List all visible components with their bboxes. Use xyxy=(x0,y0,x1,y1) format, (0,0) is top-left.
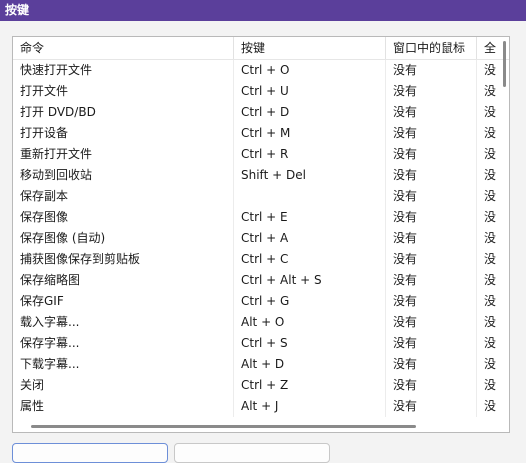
table-row[interactable]: 打开文件 Ctrl + U 没有没 xyxy=(13,81,509,102)
cell-fullscreen: 没 xyxy=(484,273,497,287)
cell-hotkey xyxy=(234,186,386,207)
cell-hotkey: Ctrl + S xyxy=(234,333,386,354)
cell-command: 关闭 xyxy=(13,375,234,396)
cell-hotkey: Ctrl + E xyxy=(234,207,386,228)
cell-hotkey: Ctrl + C xyxy=(234,249,386,270)
table-row[interactable]: 打开 DVD/BD Ctrl + D 没有没 xyxy=(13,102,509,123)
cell-fullscreen: 没 xyxy=(484,147,497,161)
table-row[interactable]: 载入字幕... Alt + O 没有没 xyxy=(13,312,509,333)
table-row[interactable]: 保存字幕... Ctrl + S 没有没 xyxy=(13,333,509,354)
cell-hotkey: Ctrl + Z xyxy=(234,375,386,396)
cell-fullscreen: 没 xyxy=(484,378,497,392)
column-header-fullscreen[interactable]: 全 xyxy=(477,37,499,59)
cell-fullscreen: 没 xyxy=(484,168,497,182)
cell-hotkey: Ctrl + O xyxy=(234,60,386,81)
cell-mouse-window: 没有 xyxy=(386,291,477,312)
cell-mouse-window: 没有 xyxy=(386,228,477,249)
cell-hotkey: Ctrl + D xyxy=(234,102,386,123)
cell-command: 保存字幕... xyxy=(13,333,234,354)
horizontal-scrollbar[interactable] xyxy=(31,425,416,428)
cell-mouse-window: 没有 xyxy=(386,186,477,207)
cell-fullscreen: 没 xyxy=(484,126,497,140)
cell-mouse-window: 没有 xyxy=(386,81,477,102)
cell-command: 打开设备 xyxy=(13,123,234,144)
cell-mouse-window: 没有 xyxy=(386,165,477,186)
cell-hotkey: Alt + J xyxy=(234,396,386,417)
cell-mouse-window: 没有 xyxy=(386,354,477,375)
table-row[interactable]: 捕获图像保存到剪贴板 Ctrl + C 没有没 xyxy=(13,249,509,270)
column-header-mouse-window[interactable]: 窗口中的鼠标 xyxy=(386,37,477,59)
cell-fullscreen: 没 xyxy=(484,315,497,329)
table-row[interactable]: 关闭 Ctrl + Z 没有没 xyxy=(13,375,509,396)
cell-command: 捕获图像保存到剪贴板 xyxy=(13,249,234,270)
cell-command: 保存图像 (自动) xyxy=(13,228,234,249)
cell-fullscreen: 没 xyxy=(484,231,497,245)
bottom-button-secondary[interactable] xyxy=(174,443,330,463)
cell-fullscreen: 没 xyxy=(484,294,497,308)
cell-fullscreen: 没 xyxy=(484,399,497,413)
hotkey-list[interactable]: 命令 按键 窗口中的鼠标 全 快速打开文件 Ctrl + O 没有没打开文件 Ctrl… xyxy=(12,36,510,433)
cell-mouse-window: 没有 xyxy=(386,396,477,417)
table-row[interactable]: 快速打开文件 Ctrl + O 没有没 xyxy=(13,60,509,81)
table-row[interactable]: 重新打开文件 Ctrl + R 没有没 xyxy=(13,144,509,165)
list-rows: 快速打开文件 Ctrl + O 没有没打开文件 Ctrl + U 没有没打开 DVD/B… xyxy=(13,60,509,417)
cell-mouse-window: 没有 xyxy=(386,375,477,396)
cell-mouse-window: 没有 xyxy=(386,123,477,144)
list-header: 命令 按键 窗口中的鼠标 全 xyxy=(13,37,509,60)
cell-hotkey: Ctrl + A xyxy=(234,228,386,249)
cell-fullscreen: 没 xyxy=(484,63,497,77)
cell-hotkey: Alt + O xyxy=(234,312,386,333)
cell-hotkey: Alt + D xyxy=(234,354,386,375)
cell-mouse-window: 没有 xyxy=(386,333,477,354)
bottom-button-primary[interactable] xyxy=(12,443,168,463)
cell-fullscreen: 没 xyxy=(484,105,497,119)
table-row[interactable]: 保存GIF Ctrl + G 没有没 xyxy=(13,291,509,312)
table-row[interactable]: 保存副本 没有没 xyxy=(13,186,509,207)
vertical-scrollbar[interactable] xyxy=(503,41,506,87)
cell-fullscreen: 没 xyxy=(484,252,497,266)
cell-command: 属性 xyxy=(13,396,234,417)
table-row[interactable]: 打开设备 Ctrl + M 没有没 xyxy=(13,123,509,144)
cell-mouse-window: 没有 xyxy=(386,270,477,291)
cell-mouse-window: 没有 xyxy=(386,144,477,165)
cell-command: 载入字幕... xyxy=(13,312,234,333)
column-header-command[interactable]: 命令 xyxy=(13,37,234,59)
table-row[interactable]: 移动到回收站 Shift + Del 没有没 xyxy=(13,165,509,186)
cell-command: 打开 DVD/BD xyxy=(13,102,234,123)
table-row[interactable]: 保存图像 Ctrl + E 没有没 xyxy=(13,207,509,228)
cell-hotkey: Ctrl + G xyxy=(234,291,386,312)
cell-hotkey: Ctrl + U xyxy=(234,81,386,102)
cell-hotkey: Ctrl + M xyxy=(234,123,386,144)
cell-fullscreen: 没 xyxy=(484,84,497,98)
cell-fullscreen: 没 xyxy=(484,210,497,224)
cell-mouse-window: 没有 xyxy=(386,207,477,228)
column-header-hotkey[interactable]: 按键 xyxy=(234,37,386,59)
cell-command: 保存副本 xyxy=(13,186,234,207)
cell-fullscreen: 没 xyxy=(484,357,497,371)
table-row[interactable]: 属性 Alt + J 没有没 xyxy=(13,396,509,417)
cell-command: 保存缩略图 xyxy=(13,270,234,291)
cell-command: 打开文件 xyxy=(13,81,234,102)
cell-command: 移动到回收站 xyxy=(13,165,234,186)
cell-command: 快速打开文件 xyxy=(13,60,234,81)
cell-fullscreen: 没 xyxy=(484,336,497,350)
table-row[interactable]: 保存图像 (自动) Ctrl + A 没有没 xyxy=(13,228,509,249)
cell-hotkey: Ctrl + Alt + S xyxy=(234,270,386,291)
cell-mouse-window: 没有 xyxy=(386,60,477,81)
cell-mouse-window: 没有 xyxy=(386,249,477,270)
cell-mouse-window: 没有 xyxy=(386,312,477,333)
cell-command: 保存GIF xyxy=(13,291,234,312)
window-title: 按键 xyxy=(0,0,526,21)
cell-command: 保存图像 xyxy=(13,207,234,228)
table-row[interactable]: 保存缩略图 Ctrl + Alt + S 没有没 xyxy=(13,270,509,291)
cell-command: 下载字幕... xyxy=(13,354,234,375)
cell-command: 重新打开文件 xyxy=(13,144,234,165)
cell-hotkey: Shift + Del xyxy=(234,165,386,186)
table-row[interactable]: 下载字幕... Alt + D 没有没 xyxy=(13,354,509,375)
cell-hotkey: Ctrl + R xyxy=(234,144,386,165)
cell-fullscreen: 没 xyxy=(484,189,497,203)
cell-mouse-window: 没有 xyxy=(386,102,477,123)
